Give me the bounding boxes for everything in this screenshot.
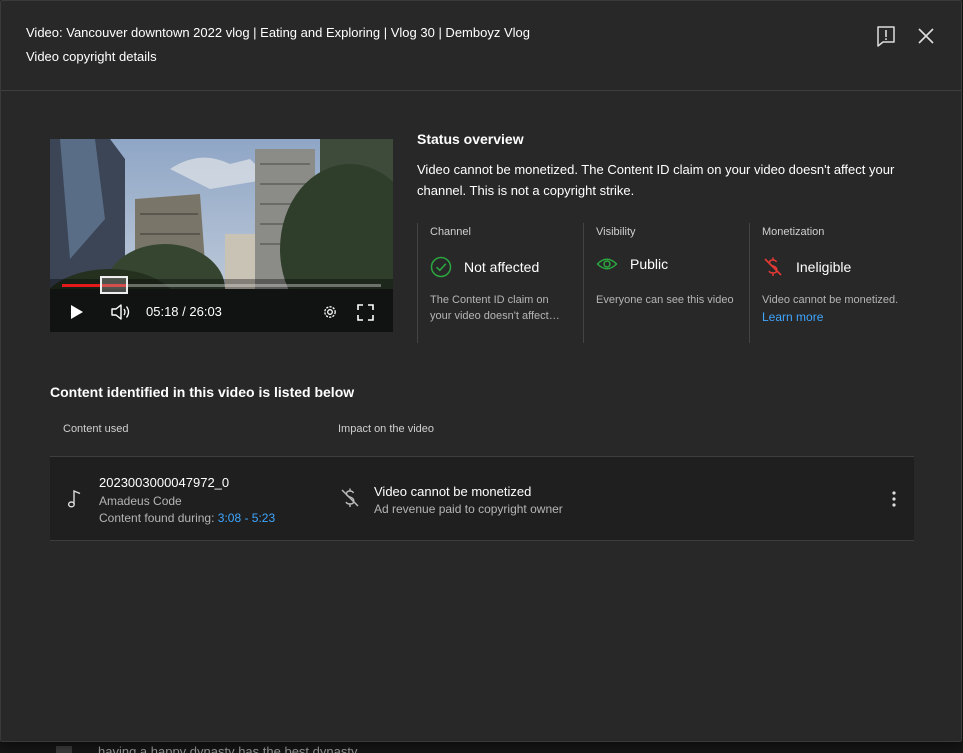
close-button[interactable] bbox=[913, 23, 939, 49]
row-options-button[interactable] bbox=[884, 487, 904, 511]
status-column-value: Ineligible bbox=[762, 256, 851, 278]
impact-subtitle: Ad revenue paid to copyright owner bbox=[374, 502, 563, 516]
music-note-icon bbox=[67, 489, 81, 508]
status-column-value: Not affected bbox=[430, 256, 539, 278]
status-columns: Channel Not affected The Content ID clai… bbox=[417, 223, 917, 343]
status-column-label: Visibility bbox=[596, 226, 636, 238]
settings-button[interactable] bbox=[318, 300, 342, 324]
dialog-title: Video: Vancouver downtown 2022 vlog | Ea… bbox=[26, 25, 530, 40]
status-column-description-text: Video cannot be monetized. bbox=[762, 294, 899, 306]
feedback-icon bbox=[877, 26, 895, 47]
no-monetization-icon bbox=[341, 488, 359, 507]
eye-icon bbox=[596, 258, 618, 270]
feedback-button[interactable] bbox=[873, 23, 899, 49]
dialog-header: Video: Vancouver downtown 2022 vlog | Ea… bbox=[1, 1, 961, 91]
background-list-item: having a happy dynasty has the best dyna… bbox=[40, 742, 920, 753]
column-header-content-used: Content used bbox=[63, 423, 129, 435]
no-monetization-icon bbox=[764, 257, 782, 276]
status-overview-description: Video cannot be monetized. The Content I… bbox=[417, 162, 895, 198]
volume-button[interactable] bbox=[109, 300, 133, 324]
status-overview-title: Status overview bbox=[417, 131, 524, 147]
scrub-preview-handle[interactable] bbox=[100, 276, 128, 294]
status-column-channel: Channel Not affected The Content ID clai… bbox=[417, 223, 583, 343]
status-column-value-text: Public bbox=[630, 256, 669, 272]
check-circle-icon bbox=[430, 256, 452, 278]
status-column-description: Video cannot be monetized. Learn more bbox=[762, 292, 908, 325]
background-item-text: having a happy dynasty has the best dyna… bbox=[98, 744, 358, 753]
status-column-label: Monetization bbox=[762, 226, 825, 238]
play-icon bbox=[71, 305, 83, 319]
status-column-monetization: Monetization Ineligible Video cannot be … bbox=[749, 223, 915, 343]
close-icon bbox=[918, 28, 934, 44]
table-row[interactable]: 2023003000047972_0 Amadeus Code Content … bbox=[50, 457, 914, 541]
copyright-details-dialog: Video: Vancouver downtown 2022 vlog | Ea… bbox=[0, 0, 962, 742]
video-player[interactable]: 05:18 / 26:03 bbox=[50, 139, 393, 332]
status-column-value-text: Ineligible bbox=[796, 259, 852, 275]
learn-more-link[interactable]: Learn more bbox=[762, 309, 908, 325]
more-vert-icon bbox=[892, 491, 896, 507]
fullscreen-button[interactable] bbox=[353, 300, 377, 324]
volume-icon bbox=[111, 304, 130, 320]
asset-id: 2023003000047972_0 bbox=[99, 475, 230, 490]
status-column-value: Public bbox=[596, 256, 668, 272]
status-column-label: Channel bbox=[430, 226, 471, 238]
playback-time: 05:18 / 26:03 bbox=[146, 304, 222, 319]
status-column-value-text: Not affected bbox=[464, 259, 540, 275]
fullscreen-icon bbox=[356, 303, 374, 321]
content-found-during: Content found during: 3:08 - 5:23 bbox=[99, 511, 275, 525]
impact-title: Video cannot be monetized bbox=[374, 484, 532, 499]
content-section-title: Content identified in this video is list… bbox=[50, 384, 355, 400]
asset-owner: Amadeus Code bbox=[99, 494, 182, 508]
column-header-impact: Impact on the video bbox=[338, 423, 435, 435]
status-column-description-text: The Content ID claim on your video doesn… bbox=[430, 294, 549, 322]
status-column-visibility: Visibility Public Everyone can see this … bbox=[583, 223, 749, 343]
play-button[interactable] bbox=[66, 300, 88, 324]
settings-icon bbox=[324, 306, 336, 318]
background-thumbnail bbox=[56, 746, 72, 753]
content-found-range-link[interactable]: 3:08 - 5:23 bbox=[218, 511, 275, 525]
content-found-label: Content found during: bbox=[99, 511, 215, 525]
dialog-subtitle: Video copyright details bbox=[26, 49, 157, 64]
status-column-description: Everyone can see this video bbox=[596, 294, 734, 306]
status-column-description: The Content ID claim on your video doesn… bbox=[430, 292, 576, 324]
